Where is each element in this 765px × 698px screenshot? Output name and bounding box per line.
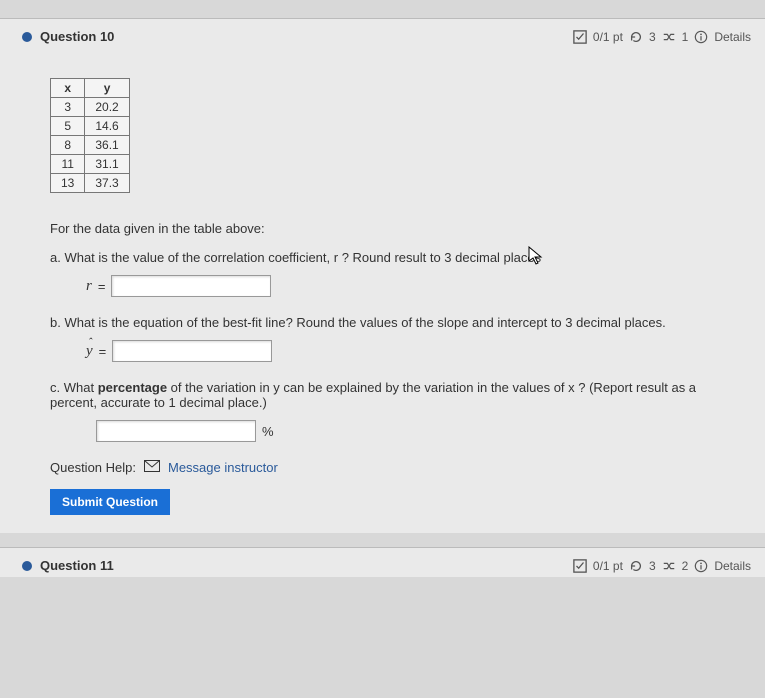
r-label: r <box>86 278 92 295</box>
checkbox-icon <box>573 559 587 573</box>
table-row: 836.1 <box>51 136 130 155</box>
details-link[interactable]: Details <box>714 559 751 573</box>
points-text: 0/1 pt <box>593 30 623 44</box>
question-10-body: x y 320.2 514.6 836.1 1131.1 1337.3 For … <box>0 48 765 533</box>
table-header-row: x y <box>51 79 130 98</box>
retry-icon <box>629 30 643 44</box>
cursor-icon <box>528 246 544 269</box>
info-icon <box>694 30 708 44</box>
table-row: 320.2 <box>51 98 130 117</box>
table-row: 1337.3 <box>51 174 130 193</box>
part-a-text: a. What is the value of the correlation … <box>50 250 541 265</box>
question-title: Question 11 <box>40 558 114 573</box>
part-c: c. What percentage of the variation in y… <box>50 380 725 442</box>
info-icon <box>694 559 708 573</box>
question-10-block: Question 10 0/1 pt 3 1 Details x y <box>0 18 765 533</box>
part-c-answer-row: % <box>96 420 725 442</box>
question-meta: 0/1 pt 3 2 Details <box>573 559 751 573</box>
question-meta: 0/1 pt 3 1 Details <box>573 30 751 44</box>
part-b-text: b. What is the equation of the best-fit … <box>50 315 666 330</box>
retry-count: 3 <box>649 30 656 44</box>
equals-sign: = <box>99 344 107 359</box>
retry-icon <box>629 559 643 573</box>
question-11-header: Question 11 0/1 pt 3 2 Details <box>0 548 765 577</box>
mail-icon <box>144 460 160 475</box>
question-title-group: Question 10 <box>22 29 114 44</box>
y-hat-label: y <box>86 343 93 360</box>
question-11-block: Question 11 0/1 pt 3 2 Details <box>0 547 765 577</box>
equals-sign: = <box>98 279 106 294</box>
bullet-icon <box>22 561 32 571</box>
help-row: Question Help: Message instructor <box>50 460 725 475</box>
part-a-answer-row: r = <box>86 275 725 297</box>
shuffle-icon <box>662 559 676 573</box>
submit-button[interactable]: Submit Question <box>50 489 170 515</box>
points-text: 0/1 pt <box>593 559 623 573</box>
part-b-answer-row: y = <box>86 340 725 362</box>
part-c-text: c. What percentage of the variation in y… <box>50 380 696 410</box>
r-input[interactable] <box>111 275 271 297</box>
question-title: Question 10 <box>40 29 114 44</box>
attempts-count: 2 <box>682 559 689 573</box>
table-row: 514.6 <box>51 117 130 136</box>
retry-count: 3 <box>649 559 656 573</box>
shuffle-icon <box>662 30 676 44</box>
bullet-icon <box>22 32 32 42</box>
question-10-header: Question 10 0/1 pt 3 1 Details <box>0 19 765 48</box>
help-label: Question Help: <box>50 460 136 475</box>
yhat-input[interactable] <box>112 340 272 362</box>
checkbox-icon <box>573 30 587 44</box>
col-y-header: y <box>85 79 129 98</box>
part-b: b. What is the equation of the best-fit … <box>50 315 725 362</box>
percent-input[interactable] <box>96 420 256 442</box>
part-a: a. What is the value of the correlation … <box>50 250 725 297</box>
col-x-header: x <box>51 79 85 98</box>
percent-sign: % <box>262 424 274 439</box>
details-link[interactable]: Details <box>714 30 751 44</box>
data-table: x y 320.2 514.6 836.1 1131.1 1337.3 <box>50 78 130 193</box>
attempts-count: 1 <box>682 30 689 44</box>
message-instructor-link[interactable]: Message instructor <box>168 460 278 475</box>
table-row: 1131.1 <box>51 155 130 174</box>
question-title-group: Question 11 <box>22 558 114 573</box>
intro-text: For the data given in the table above: <box>50 221 725 236</box>
